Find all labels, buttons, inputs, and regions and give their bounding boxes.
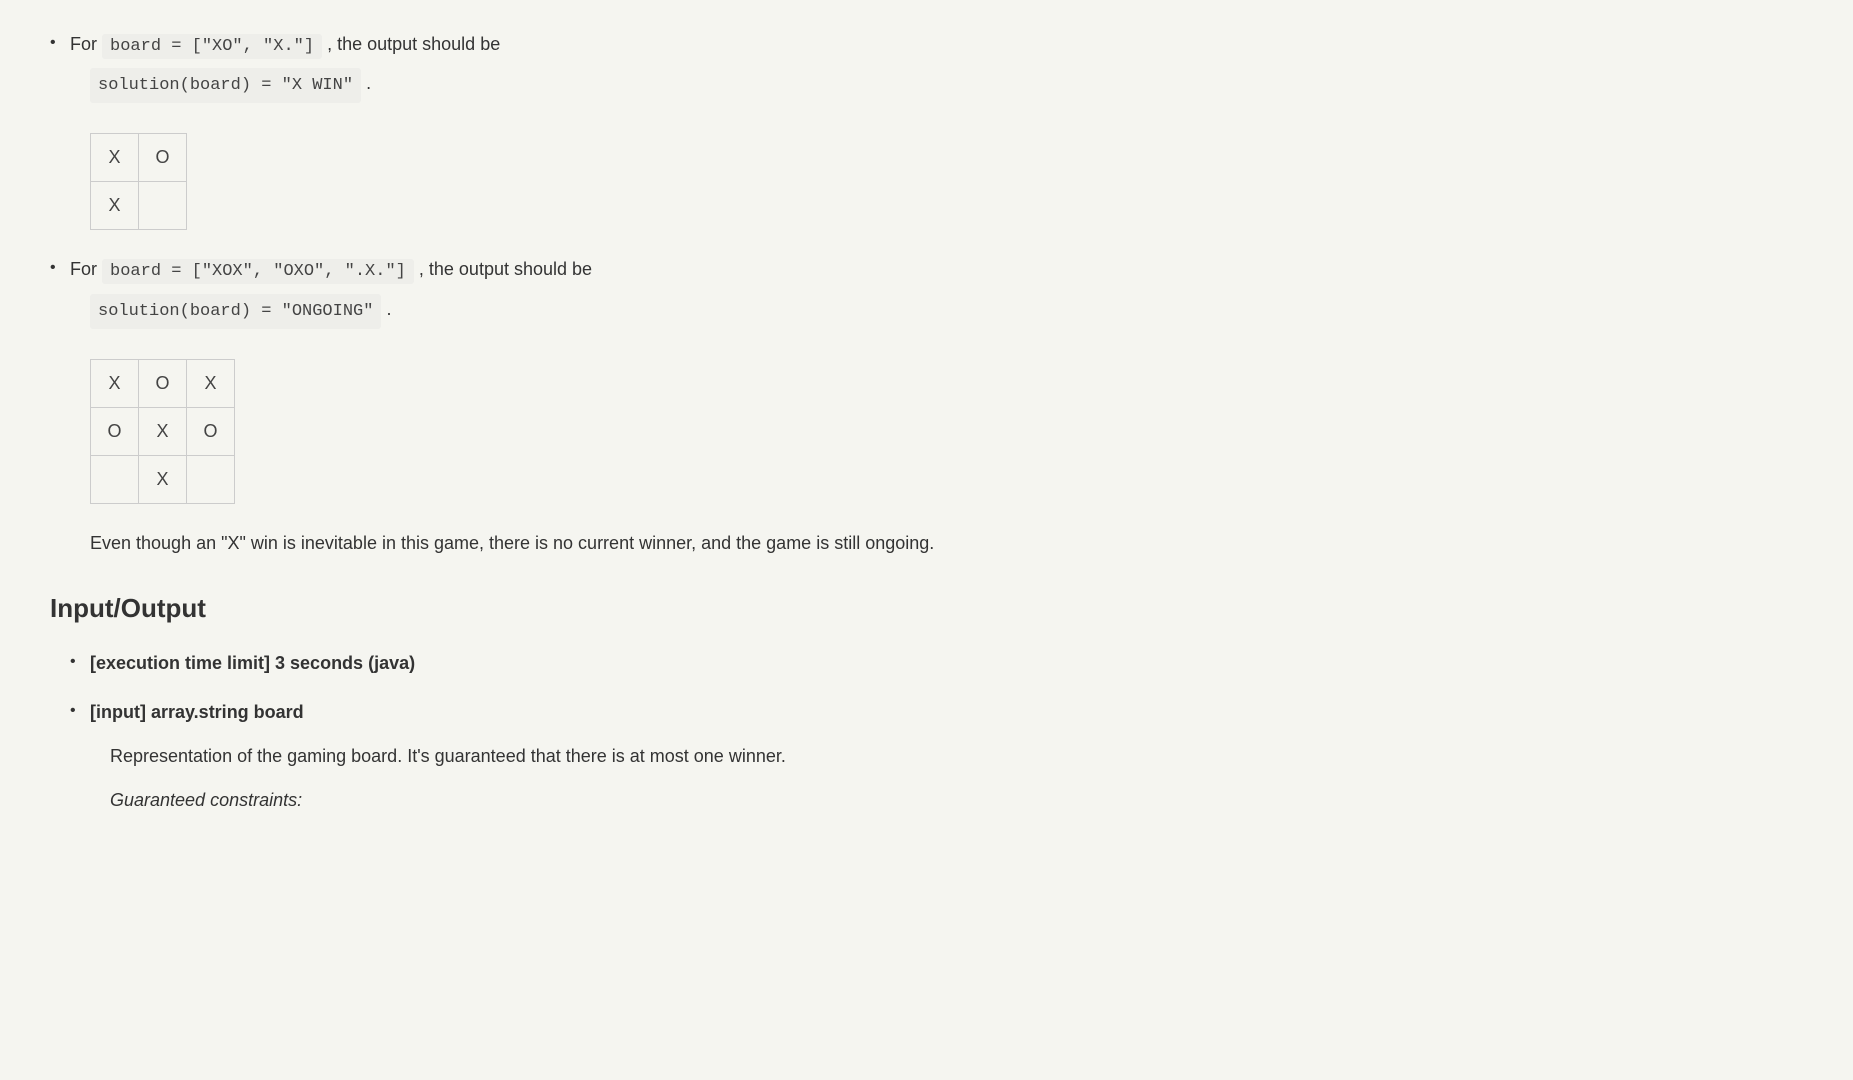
example-period: . [366, 73, 371, 93]
example-period: . [386, 299, 391, 319]
board-cell: X [91, 182, 139, 230]
board-cell: X [187, 359, 235, 407]
io-list: [execution time limit] 3 seconds (java) … [50, 649, 1803, 814]
io-constraints-label: Guaranteed constraints: [110, 786, 1803, 815]
example-solution-code: solution(board) = "X WIN" [90, 68, 361, 103]
board-cell [187, 455, 235, 503]
example-explanation: Even though an "X" win is inevitable in … [90, 529, 1803, 558]
board-cell: X [91, 134, 139, 182]
io-time-limit: [execution time limit] 3 seconds (java) [70, 649, 1803, 678]
board-cell: X [139, 455, 187, 503]
io-input-desc: Representation of the gaming board. It's… [110, 742, 1803, 771]
example-output-text: , the output should be [327, 34, 500, 54]
board-cell: X [91, 359, 139, 407]
io-input: [input] array.string board Representatio… [70, 698, 1803, 814]
example-board-code: board = ["XO", "X."] [102, 34, 322, 59]
examples-list: For board = ["XO", "X."] , the output sh… [50, 30, 1803, 558]
io-time-limit-text: [execution time limit] 3 seconds (java) [90, 653, 415, 673]
example-for-text: For [70, 259, 102, 279]
io-heading: Input/Output [50, 588, 1803, 630]
board-grid-2: X O X O X O X [90, 359, 235, 504]
board-cell [139, 182, 187, 230]
board-cell: X [139, 407, 187, 455]
board-cell: O [139, 359, 187, 407]
board-grid-1: X O X [90, 133, 187, 230]
board-cell: O [187, 407, 235, 455]
io-input-label: [input] array.string board [90, 702, 304, 722]
board-cell: O [91, 407, 139, 455]
example-output-text: , the output should be [419, 259, 592, 279]
example-item-2: For board = ["XOX", "OXO", ".X."] , the … [50, 255, 1803, 557]
board-cell [91, 455, 139, 503]
example-item-1: For board = ["XO", "X."] , the output sh… [50, 30, 1803, 230]
example-solution-code: solution(board) = "ONGOING" [90, 294, 381, 329]
board-cell: O [139, 134, 187, 182]
example-board-code: board = ["XOX", "OXO", ".X."] [102, 259, 414, 284]
example-for-text: For [70, 34, 102, 54]
